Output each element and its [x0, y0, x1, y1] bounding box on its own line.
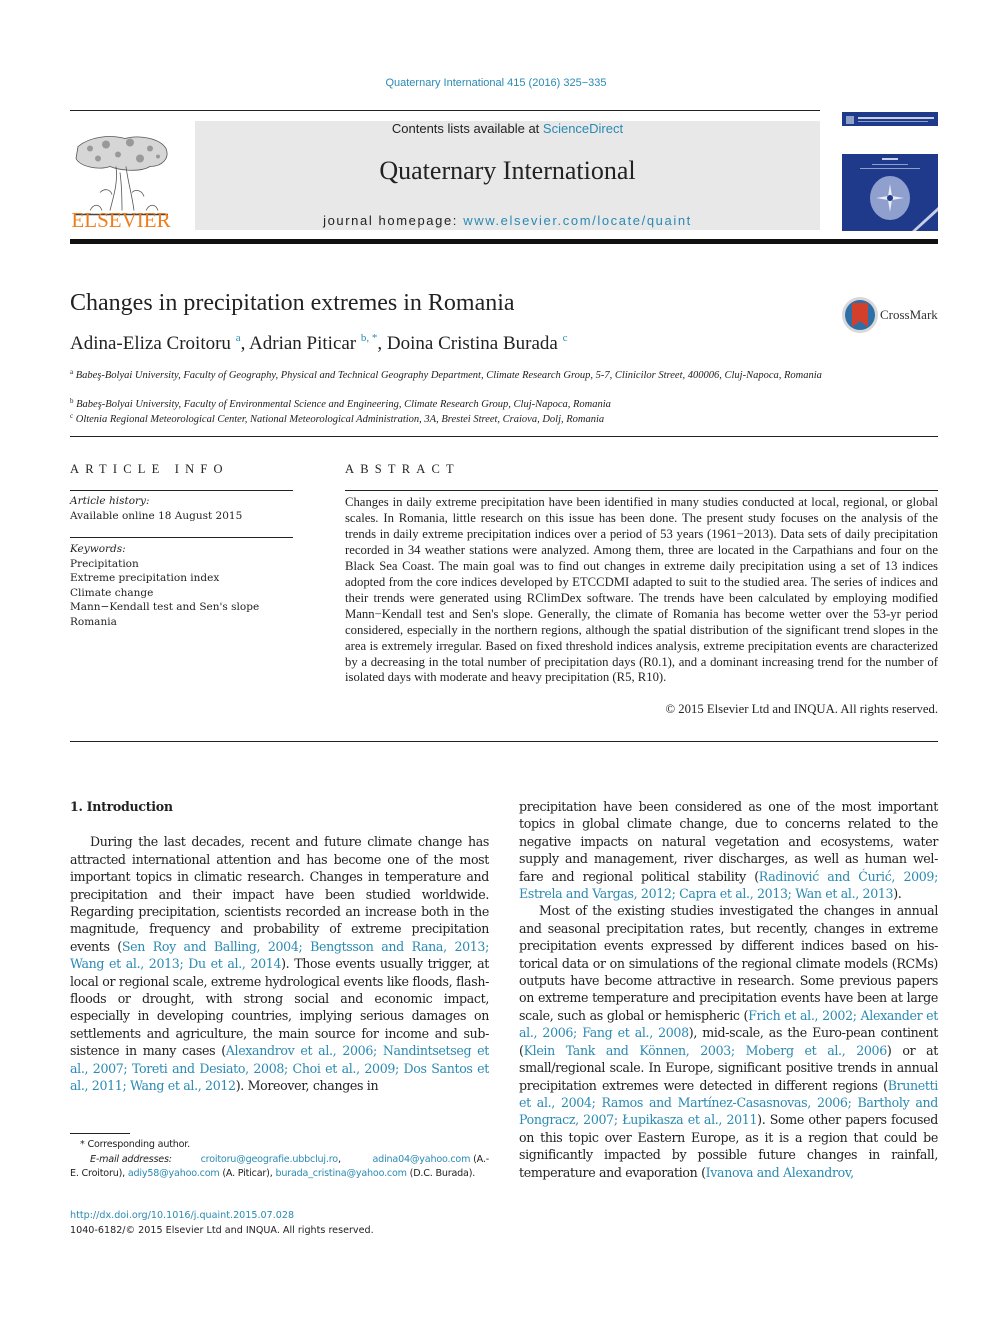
keyword: Romania — [70, 615, 117, 628]
article-history-label: Article history: — [70, 495, 150, 507]
abstract-copyright: © 2015 Elsevier Ltd and INQUA. All right… — [665, 702, 939, 716]
corresponding-author-note: * Corresponding author. — [80, 1139, 191, 1150]
article-history-value: Available online 18 August 2015 — [70, 509, 243, 522]
crossmark-label: CrossMark — [880, 307, 938, 322]
email-link[interactable]: burada_cristina@yahoo.com — [275, 1168, 407, 1179]
keywords-label: Keywords: — [70, 543, 126, 555]
header-rule — [70, 110, 820, 111]
affiliation-text: Oltenia Regional Meteorological Center, … — [75, 414, 605, 425]
body-start-rule — [70, 741, 938, 742]
paragraph: During the last decades, recent and futu… — [70, 833, 489, 1094]
homepage-line: journal homepage: www.elsevier.com/locat… — [195, 213, 820, 228]
journal-name: Quaternary International — [379, 156, 636, 185]
keyword: Precipitation — [70, 557, 139, 570]
email-link[interactable]: adina04@yahoo.com — [373, 1154, 471, 1165]
affiliation-text: Babeş-Bolyai University, Faculty of Geog… — [75, 370, 822, 381]
crossmark-icon — [842, 297, 878, 333]
journal-cover-image[interactable] — [842, 112, 938, 231]
citation-link[interactable]: Klein Tank and Können, 2003; Moberg et a… — [524, 1043, 888, 1058]
article-history: Article history: Available online 18 Aug… — [70, 494, 242, 523]
paragraph: Most of the existing studies investigate… — [519, 902, 938, 1181]
doi-link[interactable]: http://dx.doi.org/10.1016/j.quaint.2015.… — [70, 1210, 294, 1221]
affiliation-c: c Oltenia Regional Meteorological Center… — [70, 409, 830, 428]
section-heading-introduction: 1. Introduction — [70, 799, 173, 814]
journal-homepage-link[interactable]: www.elsevier.com/locate/quaint — [463, 213, 692, 228]
title-block-rule — [70, 436, 938, 437]
keyword: Climate change — [70, 586, 154, 599]
issn-copyright: 1040-6182/© 2015 Elsevier Ltd and INQUA.… — [70, 1225, 374, 1236]
masthead-thick-rule — [70, 239, 938, 244]
author-name: Adrian Piticar — [249, 333, 357, 354]
email-owner: (A. Piticar), — [222, 1168, 273, 1179]
author-list: Adina-Eliza Croitoru a, Adrian Piticar b… — [70, 332, 568, 355]
article-info-rule — [70, 490, 293, 491]
body-column-left: 1. Introduction During the last decades,… — [70, 798, 489, 1095]
paragraph-text: Most of the existing studies investigate… — [519, 903, 938, 1023]
keyword: Mann−Kendall test and Sen's slope — [70, 601, 260, 613]
email-label: E-mail addresses: — [90, 1153, 172, 1165]
keywords-block: Keywords: Precipitation Extreme precipit… — [70, 542, 259, 629]
article-info-heading: ARTICLE INFO — [70, 462, 229, 476]
body-column-right: precipitation have been considered as on… — [519, 798, 938, 1181]
keywords-rule — [70, 537, 293, 538]
affiliation-a: a Babeş-Bolyai University, Faculty of Ge… — [70, 365, 830, 384]
email-link[interactable]: adiy58@yahoo.com — [128, 1168, 220, 1179]
keyword: Extreme precipitation index — [70, 572, 220, 584]
contents-prefix: Contents lists available at — [391, 121, 543, 136]
citation-link[interactable]: Ivanova and Alexandrov, — [706, 1165, 854, 1180]
author-name: Adina-Eliza Croitoru — [70, 333, 231, 354]
journal-reference-link[interactable]: Quaternary International 415 (2016) 325−… — [0, 77, 992, 89]
paragraph-text: ). Moreover, changes in — [235, 1078, 379, 1094]
separator: , — [240, 333, 250, 354]
footnote-rule — [70, 1133, 130, 1134]
abstract-text: Changes in daily extreme precipitation h… — [345, 495, 938, 685]
author-affiliation-link[interactable]: c — [563, 332, 568, 344]
author-name: Doina Cristina Burada — [386, 333, 558, 354]
elsevier-wordmark[interactable]: ELSEVIER — [70, 208, 172, 233]
email-link[interactable]: croitoru@geografie.ubbcluj.ro — [201, 1154, 339, 1165]
affiliation-mark: c — [70, 412, 74, 420]
crossmark-button[interactable]: CrossMark — [840, 295, 940, 335]
contents-line: Contents lists available at ScienceDirec… — [195, 121, 820, 136]
article-title: Changes in precipitation extremes in Rom… — [70, 290, 515, 316]
paragraph-text: During the last decades, recent and futu… — [70, 834, 489, 954]
homepage-prefix: journal homepage: — [323, 213, 464, 228]
paragraph-text: ). — [893, 886, 902, 902]
affiliation-mark: b — [70, 397, 74, 405]
paragraph: precipitation have been considered as on… — [519, 798, 938, 902]
abstract-rule — [345, 490, 938, 491]
sciencedirect-link[interactable]: ScienceDirect — [543, 121, 623, 136]
email-owner: (D.C. Burada). — [409, 1168, 476, 1179]
author-affiliation-link[interactable]: b, * — [361, 332, 378, 344]
footnote: * Corresponding author. E-mail addresses… — [70, 1138, 489, 1182]
affiliation-mark: a — [70, 368, 74, 376]
email-addresses: E-mail addresses: croitoru@geografie.ubb… — [70, 1153, 489, 1180]
separator: , — [377, 333, 387, 354]
abstract-heading: ABSTRACT — [345, 462, 460, 476]
